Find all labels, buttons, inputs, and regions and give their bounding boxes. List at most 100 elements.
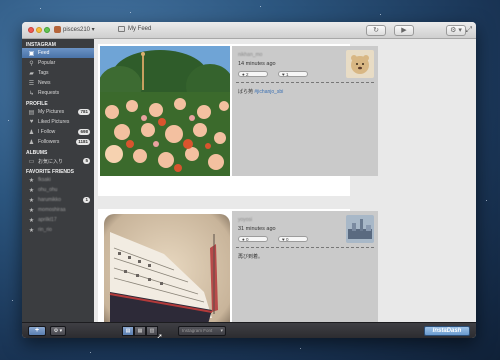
user-avatar[interactable] xyxy=(346,215,374,243)
divider xyxy=(236,247,374,248)
heart-icon: ♥ xyxy=(282,72,285,77)
fullscreen-icon[interactable]: ⤢ xyxy=(466,25,472,35)
sidebar: INSTAGRAM ▣ Feed ⚲ Popular ▰ Tags ☰ News… xyxy=(22,39,94,322)
sidebar-item-news[interactable]: ☰ News xyxy=(22,78,94,88)
sidebar-item-label: Tags xyxy=(38,70,49,76)
window-title-text: My Feed xyxy=(128,26,152,32)
instadash-logo-button[interactable]: InstaDash xyxy=(424,326,470,336)
star-icon: ★ xyxy=(28,227,35,234)
sidebar-item-label: ohu_ohu xyxy=(38,187,58,193)
feed-post: yoyosi 31 minutes ago ● 0 ♥ 0 再び到着。 xyxy=(98,209,378,338)
feed-panel: nikhan_mo 14 minutes ago ● 2 ♥ 1 ばら苑 #ji… xyxy=(94,39,476,338)
comment-count: 2 xyxy=(245,72,249,77)
requests-icon: ↳ xyxy=(28,90,35,97)
comments-button[interactable]: ● 2 xyxy=(238,71,268,77)
sidebar-item-friend[interactable]: ★ aprilkl17 xyxy=(22,215,94,225)
sidebar-item-label: rin_rio xyxy=(38,227,52,233)
post-photo-roses[interactable] xyxy=(100,46,230,176)
mouse-cursor-icon: ➚ xyxy=(156,332,163,338)
feed-icon: ▣ xyxy=(28,50,35,57)
sidebar-item-my-pictures[interactable]: ▤ My Pictures 781 xyxy=(22,107,94,117)
like-button[interactable]: ♥ 1 xyxy=(278,71,308,77)
like-count: 1 xyxy=(285,72,289,77)
like-button[interactable]: ♥ 0 xyxy=(278,236,308,242)
grid-view-icon: ▦ xyxy=(137,328,143,334)
plus-icon: + xyxy=(34,327,40,334)
refresh-icon: ↻ xyxy=(373,27,379,34)
pictures-icon: ▤ xyxy=(28,109,35,116)
heart-icon: ♥ xyxy=(29,119,34,125)
view-mode-grid[interactable]: ▦ xyxy=(134,326,146,336)
count-badge: 1 xyxy=(83,197,90,203)
news-icon: ☰ xyxy=(28,80,35,87)
chevron-down-icon: ▾ xyxy=(220,328,223,334)
sidebar-item-label: harumikko xyxy=(38,197,62,203)
star-icon: ★ xyxy=(28,187,35,194)
sidebar-item-friend[interactable]: ★ harumikko 1 xyxy=(22,195,94,205)
star-icon: ★ xyxy=(28,217,35,224)
minimize-window-button[interactable] xyxy=(36,27,42,33)
account-name: pisces210 ▾ xyxy=(63,27,95,33)
refresh-button[interactable]: ↻ xyxy=(366,25,386,36)
sidebar-item-feed[interactable]: ▣ Feed xyxy=(22,48,94,58)
close-window-button[interactable] xyxy=(28,27,34,33)
caption-text: 再び到着。 xyxy=(238,254,264,260)
bottom-toolbar: + ⚙ ▾ ▤ ▦ ▥ ➚ Instagram Font ▾ InstaDash xyxy=(22,322,476,338)
sidebar-item-tags[interactable]: ▰ Tags xyxy=(22,68,94,78)
count-badge: 5 xyxy=(83,158,90,164)
like-count: 0 xyxy=(285,237,289,242)
sidebar-section-instagram: INSTAGRAM xyxy=(26,42,56,48)
pin-icon: ⚲ xyxy=(29,60,34,67)
comments-button[interactable]: ● 0 xyxy=(238,236,268,242)
sidebar-item-friend[interactable]: ★ fksaki xyxy=(22,175,94,185)
star-icon: ★ xyxy=(28,177,35,184)
settings-button[interactable]: ⚙ ▾ xyxy=(446,25,466,36)
sidebar-item-friend[interactable]: ★ rin_rio xyxy=(22,225,94,235)
post-photo-ship[interactable] xyxy=(104,214,230,338)
post-timestamp: 31 minutes ago xyxy=(238,226,276,232)
sidebar-item-i-follow[interactable]: ♟ I Follow 698 xyxy=(22,127,94,137)
sidebar-item-label: Requests xyxy=(38,90,60,96)
font-select-value: Instagram Font xyxy=(182,328,213,333)
post-caption: 再び到着。 xyxy=(238,253,263,260)
post-timestamp: 14 minutes ago xyxy=(238,61,276,67)
action-menu-button[interactable]: ⚙ ▾ xyxy=(50,326,66,336)
title-bar: pisces210 ▾ My Feed ↻ ▶ ⚙ ▾ ⤢ xyxy=(22,22,476,39)
post-username[interactable]: nikhan_mo xyxy=(238,52,262,58)
zoom-window-button[interactable] xyxy=(44,27,50,33)
slideshow-button[interactable]: ▶ xyxy=(394,25,414,36)
heart-icon: ♥ xyxy=(282,237,285,242)
sidebar-item-label: I Follow xyxy=(38,129,56,135)
people-icon: ♟ xyxy=(28,139,35,146)
sidebar-item-liked-pictures[interactable]: ♥ Liked Pictures xyxy=(22,117,94,127)
star-icon: ★ xyxy=(28,197,35,204)
person-icon: ♟ xyxy=(28,129,35,136)
user-avatar[interactable] xyxy=(346,50,374,78)
sidebar-item-label: momoshiraa xyxy=(38,207,66,213)
sidebar-item-label: Liked Pictures xyxy=(38,119,70,125)
count-badge: 1181 xyxy=(76,139,90,145)
sidebar-section-profile: PROFILE xyxy=(26,101,48,107)
sidebar-item-label: Followers xyxy=(38,139,60,145)
post-caption: ばら苑 #jichanjo_sbi xyxy=(238,88,283,95)
comment-icon: ● xyxy=(242,72,245,77)
post-meta: nikhan_mo 14 minutes ago ● 2 ♥ 1 ばら苑 #ji… xyxy=(232,46,378,176)
sidebar-item-album-favorites[interactable]: ▭ お気に入り 5 xyxy=(22,156,94,166)
add-button[interactable]: + xyxy=(28,326,46,336)
sidebar-item-friend[interactable]: ★ momoshiraa xyxy=(22,205,94,215)
sidebar-item-followers[interactable]: ♟ Followers 1181 xyxy=(22,137,94,147)
account-avatar xyxy=(54,26,61,33)
font-select[interactable]: Instagram Font ▾ xyxy=(178,326,226,336)
feed-post: nikhan_mo 14 minutes ago ● 2 ♥ 1 ばら苑 #ji… xyxy=(98,44,378,196)
gear-icon: ⚙ ▾ xyxy=(53,328,63,334)
tag-icon: ▰ xyxy=(29,70,34,77)
sidebar-section-favorite-friends: FAVORITE FRIENDS xyxy=(26,169,74,175)
sidebar-item-popular[interactable]: ⚲ Popular xyxy=(22,58,94,68)
account-selector[interactable]: pisces210 ▾ xyxy=(54,26,95,33)
view-mode-list[interactable]: ▤ xyxy=(122,326,134,336)
sidebar-item-requests[interactable]: ↳ Requests xyxy=(22,88,94,98)
hashtag-link[interactable]: #jichanjo_sbi xyxy=(254,89,283,95)
post-username[interactable]: yoyosi xyxy=(238,217,252,223)
sidebar-item-friend[interactable]: ★ ohu_ohu xyxy=(22,185,94,195)
sidebar-item-label: Feed xyxy=(38,50,50,56)
